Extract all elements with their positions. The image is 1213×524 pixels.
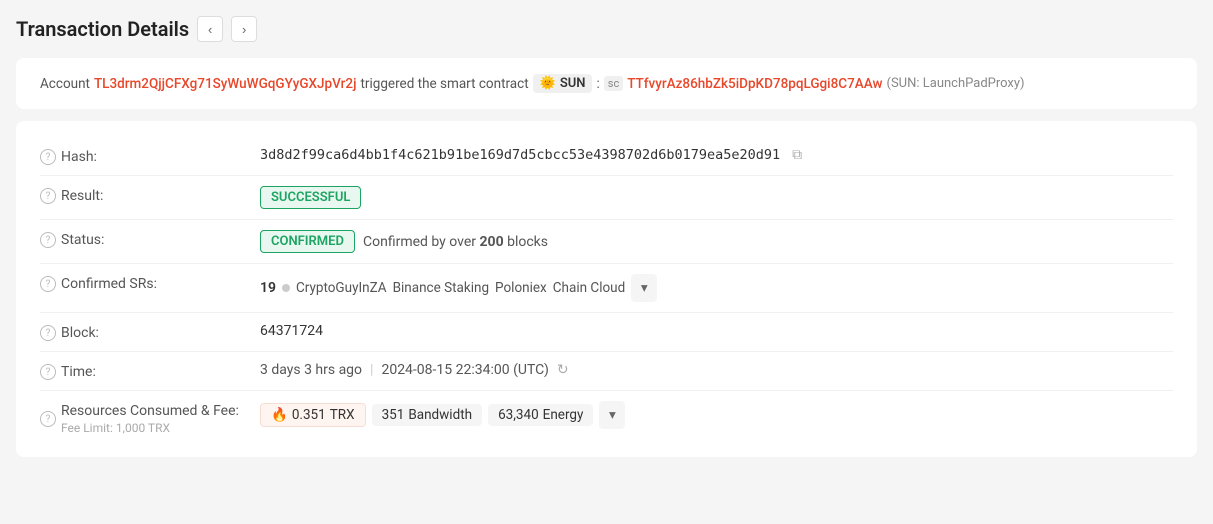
time-label-col: ? Time:: [40, 362, 260, 380]
hash-help-icon[interactable]: ?: [40, 149, 56, 165]
resources-value-col: 🔥 0.351 TRX 351 Bandwidth 63,340 Energy …: [260, 401, 1173, 429]
block-label-col: ? Block:: [40, 323, 260, 341]
page-title: Transaction Details: [16, 17, 189, 41]
contract-note: (SUN: LaunchPadProxy): [887, 76, 1025, 91]
block-help-icon[interactable]: ?: [40, 325, 56, 341]
sr-item-2: Poloniex: [495, 280, 547, 296]
confirm-description: Confirmed by over 200 blocks: [363, 234, 548, 250]
resources-label-col: ? Resources Consumed & Fee: Fee Limit: 1…: [40, 401, 260, 435]
resources-label-wrap: Resources Consumed & Fee: Fee Limit: 1,0…: [61, 403, 239, 435]
fire-icon: 🔥: [271, 407, 288, 423]
fee-limit-label: Fee Limit: 1,000 TRX: [61, 419, 239, 435]
sr-item-1: Binance Staking: [393, 280, 489, 296]
token-emoji: 🌞: [540, 76, 556, 91]
triggered-text: triggered the smart contract: [361, 76, 529, 92]
block-value-col: 64371724: [260, 323, 1173, 339]
resources-chevron-down-icon: ▾: [609, 407, 616, 423]
energy-label: Energy: [543, 407, 584, 423]
hash-label-col: ? Hash:: [40, 147, 260, 165]
details-card: ? Hash: 3d8d2f99ca6d4bb1f4c621b91be169d7…: [16, 121, 1197, 457]
status-help-icon[interactable]: ?: [40, 232, 56, 248]
status-row: ? Status: CONFIRMED Confirmed by over 20…: [40, 220, 1173, 264]
status-confirmed-badge: CONFIRMED: [260, 230, 355, 253]
prev-button[interactable]: ‹: [197, 16, 223, 42]
bandwidth-label: Bandwidth: [408, 407, 472, 423]
token-badge: 🌞 SUN: [533, 74, 593, 93]
resources-label: Resources Consumed & Fee:: [61, 403, 239, 419]
sr-expand-button[interactable]: ▾: [631, 274, 657, 302]
hash-value-col: 3d8d2f99ca6d4bb1f4c621b91be169d7d5cbcc53…: [260, 147, 1173, 163]
result-value-col: SUCCESSFUL: [260, 186, 1173, 209]
account-line: Account TL3drm2QjjCFXg71SyWuWGqGYyGXJpVr…: [40, 74, 1173, 93]
energy-amount: 63,340: [498, 407, 539, 423]
time-row: ? Time: 3 days 3 hrs ago | 2024-08-15 22…: [40, 352, 1173, 391]
time-utc: 2024-08-15 22:34:00 (UTC): [381, 362, 548, 378]
block-row: ? Block: 64371724: [40, 313, 1173, 352]
refresh-icon[interactable]: ↻: [557, 362, 569, 378]
resources-row: ? Resources Consumed & Fee: Fee Limit: 1…: [40, 391, 1173, 441]
bandwidth-amount: 351: [382, 407, 405, 423]
status-label-col: ? Status:: [40, 230, 260, 248]
sr-list: 19 CryptoGuyInZA Binance Staking Polonie…: [260, 274, 657, 302]
account-line-card: Account TL3drm2QjjCFXg71SyWuWGqGYyGXJpVr…: [16, 58, 1197, 109]
hash-row: ? Hash: 3d8d2f99ca6d4bb1f4c621b91be169d7…: [40, 137, 1173, 176]
time-help-icon[interactable]: ?: [40, 364, 56, 380]
time-value-col: 3 days 3 hrs ago | 2024-08-15 22:34:00 (…: [260, 362, 1173, 378]
result-row: ? Result: SUCCESSFUL: [40, 176, 1173, 220]
trx-amount: 0.351: [292, 407, 326, 423]
sc-label: sc: [604, 76, 623, 91]
chevron-right-icon: ›: [242, 22, 246, 37]
block-value: 64371724: [260, 323, 323, 339]
result-badge: SUCCESSFUL: [260, 186, 361, 209]
result-help-icon[interactable]: ?: [40, 188, 56, 204]
transaction-details-page: Transaction Details ‹ › Account TL3drm2Q…: [0, 0, 1213, 524]
confirmed-srs-label-col: ? Confirmed SRs:: [40, 274, 260, 292]
account-address-link[interactable]: TL3drm2QjjCFXg71SyWuWGqGYyGXJpVr2j: [94, 76, 357, 92]
next-button[interactable]: ›: [231, 16, 257, 42]
chevron-down-icon: ▾: [641, 280, 648, 296]
time-display: 3 days 3 hrs ago | 2024-08-15 22:34:00 (…: [260, 362, 569, 378]
separator: :: [596, 76, 599, 92]
trx-fee-badge: 🔥 0.351 TRX: [260, 403, 366, 427]
trx-unit: TRX: [330, 407, 355, 423]
resources-expand-button[interactable]: ▾: [599, 401, 625, 429]
block-label: Block:: [61, 325, 99, 341]
copy-hash-icon[interactable]: ⧉: [792, 147, 802, 163]
token-name: SUN: [560, 76, 586, 91]
blocks-count: 200: [480, 234, 504, 250]
status-value-col: CONFIRMED Confirmed by over 200 blocks: [260, 230, 1173, 253]
resources-help-icon[interactable]: ?: [40, 411, 56, 427]
sr-item-0: CryptoGuyInZA: [296, 280, 387, 296]
sr-dot-separator: [282, 284, 290, 292]
hash-label: Hash:: [61, 149, 97, 165]
contract-address-link[interactable]: TTfvyrAz86hbZk5iDpKD78pqLGgi8C7AAw: [627, 76, 882, 92]
confirmed-srs-row: ? Confirmed SRs: 19 CryptoGuyInZA Binanc…: [40, 264, 1173, 313]
account-prefix: Account: [40, 76, 90, 92]
time-label: Time:: [61, 364, 96, 380]
resource-items: 🔥 0.351 TRX 351 Bandwidth 63,340 Energy …: [260, 401, 625, 429]
confirmed-srs-help-icon[interactable]: ?: [40, 276, 56, 292]
confirmed-srs-value-col: 19 CryptoGuyInZA Binance Staking Polonie…: [260, 274, 1173, 302]
chevron-left-icon: ‹: [208, 22, 212, 37]
time-pipe-separator: |: [370, 362, 373, 378]
result-label: Result:: [61, 188, 103, 204]
hash-value: 3d8d2f99ca6d4bb1f4c621b91be169d7d5cbcc53…: [260, 147, 780, 163]
result-label-col: ? Result:: [40, 186, 260, 204]
confirmed-srs-label: Confirmed SRs:: [61, 276, 157, 292]
energy-stat: 63,340 Energy: [488, 404, 593, 426]
page-title-section: Transaction Details ‹ ›: [16, 16, 1197, 42]
status-label: Status:: [61, 232, 104, 248]
sr-count: 19: [260, 280, 276, 296]
sr-item-3: Chain Cloud: [553, 280, 625, 296]
time-relative: 3 days 3 hrs ago: [260, 362, 362, 378]
bandwidth-stat: 351 Bandwidth: [372, 404, 482, 426]
